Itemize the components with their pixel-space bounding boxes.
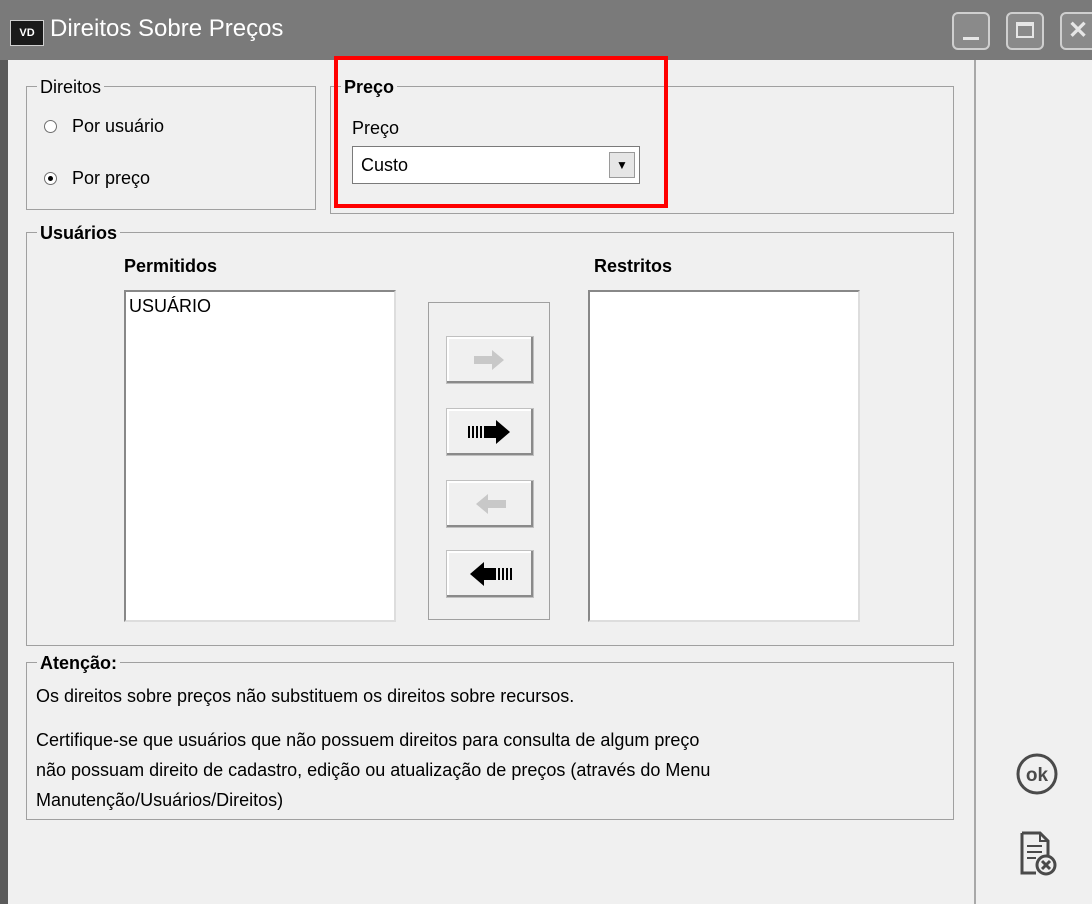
preco-select[interactable]: Custo ▼	[352, 146, 640, 184]
direitos-group-title: Direitos	[37, 76, 105, 98]
close-icon: ✕	[1068, 17, 1089, 44]
move-all-right-button[interactable]	[446, 408, 534, 456]
close-button[interactable]: ✕	[1060, 12, 1092, 50]
maximize-icon	[1016, 22, 1034, 38]
radio-label: Por preço	[72, 168, 151, 188]
maximize-button[interactable]	[1006, 12, 1044, 50]
ok-icon: ok	[1016, 753, 1058, 795]
permitidos-header: Permitidos	[124, 256, 218, 276]
title-bar: VD Direitos Sobre Preços ✕	[0, 0, 1092, 60]
radio-label: Por usuário	[72, 116, 165, 136]
svg-text:ok: ok	[1026, 765, 1049, 786]
usuarios-group-title: Usuários	[37, 222, 121, 244]
atencao-text-1: Os direitos sobre preços não substituem …	[36, 686, 575, 706]
arrow-left-all-icon	[470, 562, 512, 586]
cancel-button[interactable]	[1010, 828, 1064, 880]
arrow-left-icon	[476, 494, 506, 514]
arrow-right-all-icon	[468, 420, 510, 444]
radio-button-checked-icon	[44, 172, 57, 185]
minimize-icon	[963, 37, 979, 40]
arrow-right-icon	[474, 350, 504, 370]
document-cancel-icon	[1020, 831, 1057, 876]
radio-por-usuario[interactable]: Por usuário	[44, 116, 164, 137]
preco-field-label: Preço	[352, 118, 400, 138]
permitidos-list[interactable]: USUÁRIO	[124, 290, 396, 622]
chevron-down-icon[interactable]: ▼	[609, 152, 635, 178]
ok-button[interactable]: ok	[1010, 748, 1064, 800]
direitos-group: Direitos	[26, 76, 316, 210]
atencao-group-title: Atenção:	[37, 652, 121, 674]
preco-select-value: Custo	[361, 155, 409, 175]
atencao-text-2c: Manutenção/Usuários/Direitos)	[36, 790, 284, 810]
atencao-text-2b: não possuam direito de cadastro, edição …	[36, 760, 711, 780]
restritos-header: Restritos	[594, 256, 673, 276]
radio-por-preco[interactable]: Por preço	[44, 168, 150, 189]
minimize-button[interactable]	[952, 12, 990, 50]
preco-group-title: Preço	[341, 76, 398, 98]
move-selected-left-button[interactable]	[446, 480, 534, 528]
app-icon: VD	[10, 20, 44, 46]
list-item[interactable]: USUÁRIO	[126, 292, 394, 321]
restritos-list[interactable]	[588, 290, 860, 622]
sidebar-divider	[974, 60, 976, 904]
atencao-text-2a: Certifique-se que usuários que não possu…	[36, 730, 700, 750]
move-selected-right-button[interactable]	[446, 336, 534, 384]
radio-button-icon	[44, 120, 57, 133]
window-left-border	[0, 60, 8, 904]
window-title: Direitos Sobre Preços	[50, 15, 284, 42]
move-all-left-button[interactable]	[446, 550, 534, 598]
